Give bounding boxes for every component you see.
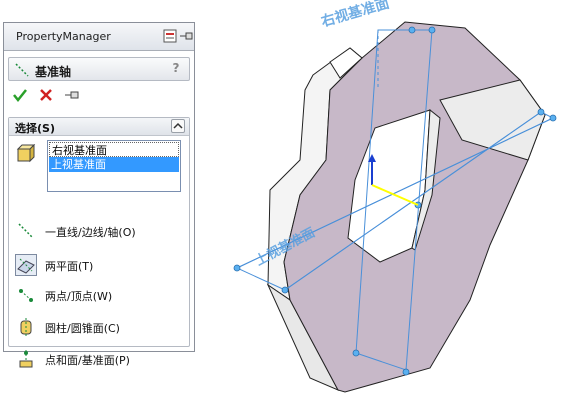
selection-group-title: 选择(S) <box>15 122 55 135</box>
feature-title: 基准轴 <box>35 65 72 79</box>
filter-cylinder-cone[interactable]: 圆柱/圆锥面(C) <box>15 314 185 340</box>
filter-two-planes[interactable]: 两平面(T) <box>15 252 185 278</box>
selection-list[interactable]: 右视基准面 上视基准面 <box>47 140 181 192</box>
selection-group-header[interactable]: 选择(S) <box>9 118 189 136</box>
selection-box-icon <box>16 143 36 164</box>
filter-label: 点和面/基准面(P) <box>45 354 130 367</box>
property-manager-panel: PropertyManager 基准轴 ? 选择(S) 右视基准面 上视基准面 … <box>3 22 195 368</box>
cylinder-cone-icon[interactable] <box>15 316 37 338</box>
list-item[interactable]: 上视基准面 <box>49 157 179 172</box>
pushpin-icon[interactable] <box>178 28 194 44</box>
property-manager-header: PropertyManager <box>4 23 194 51</box>
filter-line-edge-axis[interactable]: 一直线/边线/轴(O) <box>15 218 185 244</box>
two-planes-icon[interactable] <box>15 254 37 276</box>
help-button[interactable]: ? <box>169 61 183 77</box>
filter-label: 两点/顶点(W) <box>45 290 113 303</box>
reference-axis-icon <box>14 62 30 78</box>
filter-label: 两平面(T) <box>45 260 94 273</box>
close-icon[interactable] <box>38 87 54 103</box>
filter-two-points[interactable]: 两点/顶点(W) <box>15 282 185 308</box>
list-item[interactable]: 右视基准面 <box>49 142 179 157</box>
point-plane-icon[interactable] <box>15 348 37 370</box>
axis-preview-line <box>371 184 419 206</box>
feature-title-bar: 基准轴 ? <box>8 57 190 81</box>
show-preview-icon[interactable] <box>162 28 178 44</box>
two-points-icon[interactable] <box>15 284 37 306</box>
selection-group: 选择(S) 右视基准面 上视基准面 一直线/边线/轴(O) 两平面(T) 两点/… <box>8 117 190 368</box>
line-edge-axis-icon[interactable] <box>15 220 37 242</box>
chevron-up-icon[interactable] <box>171 119 185 133</box>
pushpin-icon[interactable] <box>64 87 80 103</box>
filter-label: 圆柱/圆锥面(C) <box>45 322 120 335</box>
filter-label: 一直线/边线/轴(O) <box>45 226 136 239</box>
check-icon[interactable] <box>12 87 28 103</box>
property-manager-title: PropertyManager <box>16 30 111 43</box>
filter-point-plane[interactable]: 点和面/基准面(P) <box>15 346 185 372</box>
